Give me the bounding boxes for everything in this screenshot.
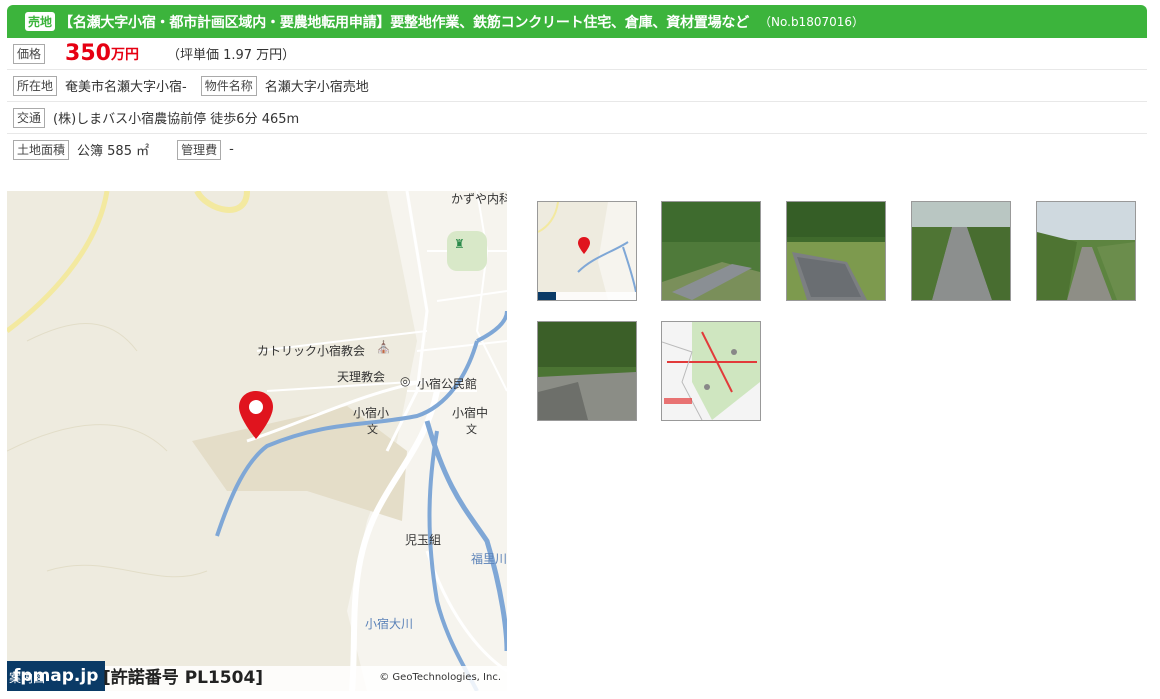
site-photo-image [662, 202, 760, 300]
thumbnail-site-plan[interactable] [661, 321, 761, 421]
thumbnail-photo-3[interactable] [911, 201, 1011, 301]
map-label-junior-high: 小宿中 [452, 406, 489, 420]
location-map[interactable]: ♜ かずや内科 カトリック小宿教会 ⛪ 天理教会 ◎ 小宿公民館 小宿小 文 小… [7, 191, 507, 691]
thumbnail-photo-5[interactable] [537, 321, 637, 421]
map-label-oko-river: 小宿大川 [365, 617, 414, 631]
thumbnail-photo-2[interactable] [786, 201, 886, 301]
school-icon: 文 [466, 423, 477, 436]
location-row: 所在地 奄美市名瀬大字小宿- 物件名称 名瀬大字小宿売地 [7, 70, 1147, 102]
transport-value: (株)しまバス小宿農協前停 徒歩6分 465m [53, 112, 300, 127]
site-photo-image [1037, 202, 1135, 300]
church-icon: ⛪ [376, 340, 391, 354]
site-photo-image [787, 202, 885, 300]
property-name-value: 名瀬大字小宿売地 [264, 80, 369, 95]
listing-title[interactable]: 【名瀬大字小宿・都市計画区域内・要農地転用申請】要整地作業、鉄筋コンクリート住宅… [59, 12, 749, 32]
listing-header[interactable]: 売地 【名瀬大字小宿・都市計画区域内・要農地転用申請】要整地作業、鉄筋コンクリー… [7, 5, 1147, 38]
land-row: 土地面積 公簿 585 ㎡ 管理費 - [7, 134, 1147, 165]
price-amount: 350 [65, 41, 111, 66]
management-fee-value: - [229, 142, 234, 157]
license-number: [許諾番号 PL1504] [103, 668, 264, 688]
price-unit: 万円 [110, 46, 139, 63]
listing-type-badge: 売地 [25, 12, 56, 31]
map-thumbnail-image [538, 202, 636, 300]
land-area-value: 公簿 585 ㎡ [77, 144, 150, 159]
map-footer: fpmap.jp 案内図 [許諾番号 PL1504] © GeoTechnolo… [7, 661, 507, 691]
community-hall-icon: ◎ [400, 374, 411, 388]
tsubo-price: （坪単価 1.97 万円） [166, 48, 296, 63]
land-area-label: 土地面積 [13, 139, 70, 160]
map-copyright: © GeoTechnologies, Inc. [379, 672, 501, 683]
location-value: 奄美市名瀬大字小宿- [65, 80, 187, 95]
transport-label: 交通 [13, 107, 46, 128]
school-icon: 文 [367, 423, 378, 436]
property-number: （No.b1807016） [759, 15, 864, 29]
site-photo-image [538, 322, 636, 420]
price-label: 価格 [13, 43, 46, 64]
map-pin-icon[interactable] [239, 391, 273, 439]
site-plan-image [662, 322, 760, 420]
map-label-kodama: 児玉組 [405, 533, 442, 547]
thumbnail-map[interactable] [537, 201, 637, 301]
map-label-catholic-church: カトリック小宿教会 [257, 344, 366, 358]
map-graphic: ♜ [7, 191, 507, 691]
listing-panel: 売地 【名瀬大字小宿・都市計画区域内・要農地転用申請】要整地作業、鉄筋コンクリー… [7, 5, 1147, 165]
management-fee-label: 管理費 [177, 139, 222, 160]
map-label-fukusato-river: 福里川 [471, 552, 507, 566]
map-label-kazuya-clinic: かずや内科 [451, 192, 507, 206]
thumbnail-photo-1[interactable] [661, 201, 761, 301]
site-photo-image [912, 202, 1010, 300]
thumbnail-photo-4[interactable] [1036, 201, 1136, 301]
guide-map-label: 案内図 [9, 671, 46, 685]
transport-row: 交通 (株)しまバス小宿農協前停 徒歩6分 465m [7, 102, 1147, 134]
map-label-tenri-church: 天理教会 [337, 370, 386, 384]
location-label: 所在地 [13, 75, 58, 96]
price-row: 価格 350 万円 （坪単価 1.97 万円） [7, 38, 1147, 70]
map-label-elementary-school: 小宿小 [353, 406, 390, 420]
svg-text:♜: ♜ [454, 237, 465, 251]
map-label-community-hall: 小宿公民館 [417, 377, 478, 391]
property-name-label: 物件名称 [200, 75, 257, 96]
